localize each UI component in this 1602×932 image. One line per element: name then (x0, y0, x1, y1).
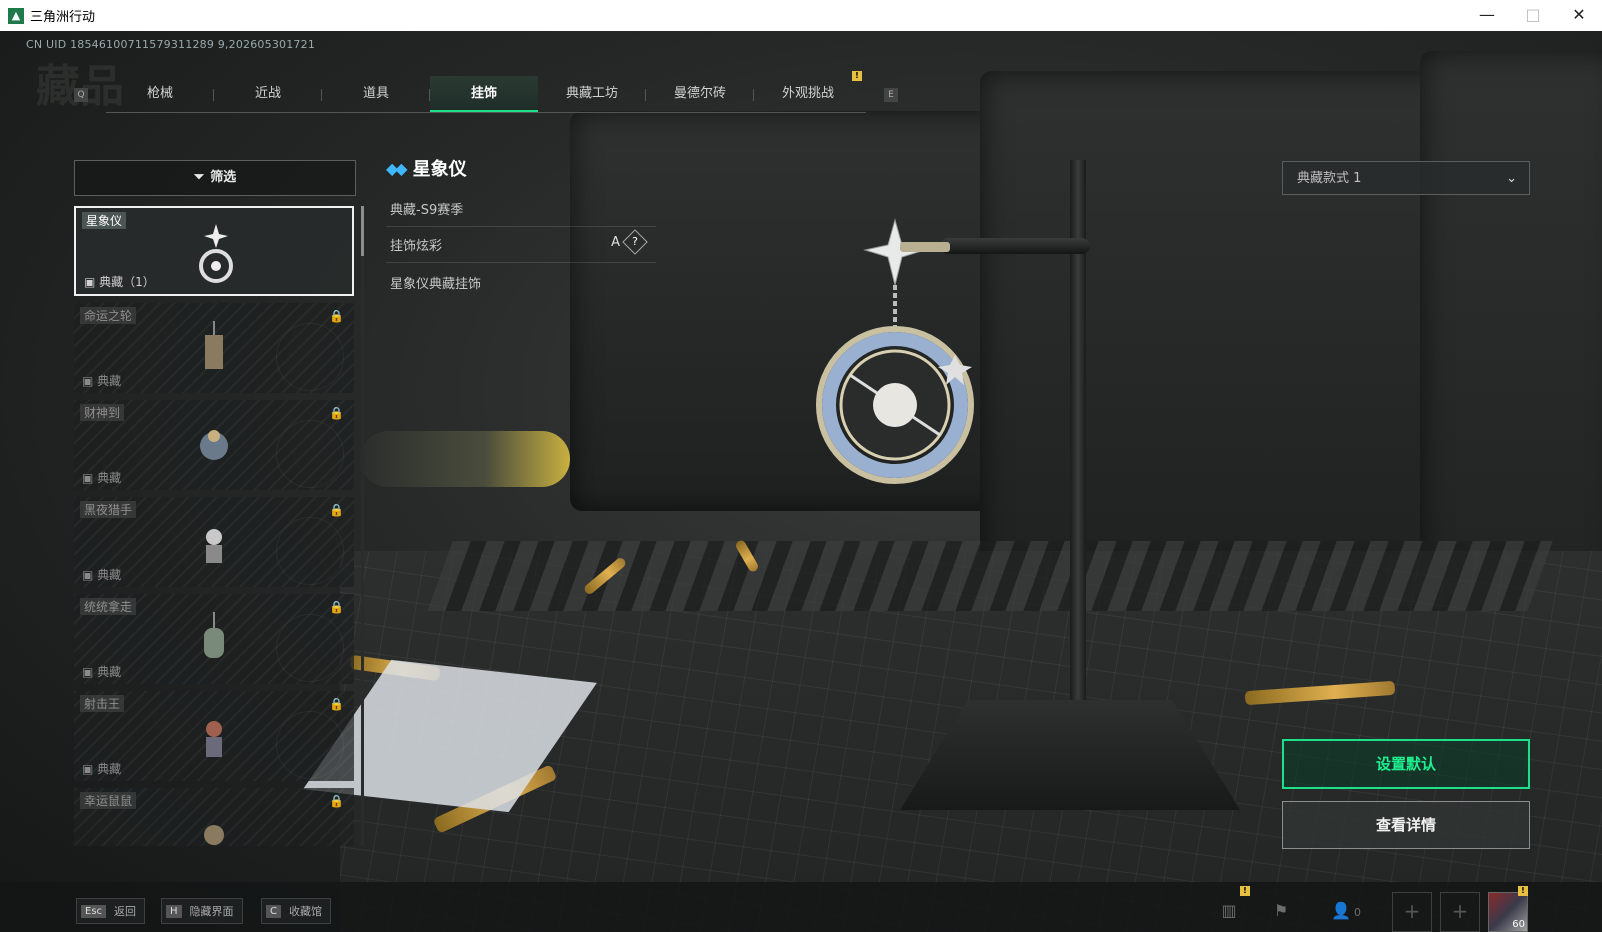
hide-ui-hint[interactable]: H 隐藏界面 (161, 898, 243, 924)
list-scrollbar[interactable] (361, 206, 364, 846)
tab-guns[interactable]: 枪械 (106, 76, 214, 112)
collection-hall-hint[interactable]: C 收藏馆 (261, 898, 331, 924)
lock-icon: 🔒 (329, 794, 344, 808)
tab-collection-workshop[interactable]: 典藏工坊 (538, 76, 646, 112)
detail-title: 星象仪 (412, 159, 467, 180)
charm-list: 星象仪 ▣ 典藏（1） 命运之轮 🔒 ▣ 典藏 财神到 🔒 ▣ 典藏 黑夜猎手 … (74, 206, 354, 846)
variant-select[interactable]: 典藏款式 1 ⌄ (1282, 161, 1530, 195)
charm-thumbnail (194, 608, 234, 672)
chevron-down-icon: ⌄ (1506, 171, 1517, 186)
collection-icon: ▣ (82, 665, 98, 679)
detail-description: 星象仪典藏挂饰 (390, 277, 482, 292)
avatar[interactable]: 60 (1488, 892, 1528, 932)
tab-prev-key-hint[interactable]: Q (74, 88, 88, 102)
list-item[interactable]: 黑夜猎手 🔒 ▣ 典藏 (74, 497, 354, 587)
charm-thumbnail (196, 222, 236, 286)
charm-thumbnail (194, 802, 234, 846)
lock-icon: 🔒 (329, 309, 344, 323)
list-item[interactable]: 命运之轮 🔒 ▣ 典藏 (74, 303, 354, 393)
charm-thumbnail (194, 414, 234, 478)
filter-icon: ⏷ (193, 170, 205, 185)
list-item[interactable]: 射击王 🔒 ▣ 典藏 (74, 691, 354, 781)
filter-button[interactable]: ⏷ 筛选 (74, 160, 356, 196)
detail-effect-row: 挂饰炫彩 A ? (386, 227, 656, 263)
set-default-button[interactable]: 设置默认 (1282, 739, 1530, 789)
category-tabs: 枪械 近战 道具 挂饰 典藏工坊 曼德尔砖 外观挑战 (106, 76, 866, 113)
help-icon[interactable]: ? (622, 229, 648, 255)
collection-icon: ▣ (82, 568, 98, 582)
tab-next-key-hint[interactable]: E (884, 88, 898, 102)
back-hint[interactable]: Esc 返回 (76, 898, 146, 924)
list-item[interactable]: 财神到 🔒 ▣ 典藏 (74, 400, 354, 490)
stats-icon[interactable]: ▥ (1214, 896, 1244, 926)
friends-icon[interactable]: 👤 0 (1324, 896, 1368, 926)
charm-detail-panel: ◆◆ 星象仪 典藏-S9赛季 挂饰炫彩 A ? 星象仪典藏挂饰 (386, 155, 656, 292)
player-level: 60 (1512, 919, 1525, 930)
flag-icon[interactable]: ⚑ (1266, 896, 1296, 926)
lock-icon: 🔒 (329, 503, 344, 517)
collection-icon: ▣ (82, 762, 98, 776)
collection-icon: ▣ (84, 275, 100, 289)
minimize-button[interactable]: — (1464, 0, 1510, 31)
maximize-button[interactable]: □ (1510, 0, 1556, 31)
collection-icon: ▣ (82, 471, 98, 485)
lock-icon: 🔒 (329, 406, 344, 420)
charm-thumbnail (194, 705, 234, 769)
lock-icon: 🔒 (329, 600, 344, 614)
detail-season: 典藏-S9赛季 (386, 191, 656, 227)
charm-thumbnail (194, 317, 234, 381)
crate-center (980, 71, 1460, 591)
astrolabe-charm (816, 218, 974, 484)
list-item[interactable]: 幸运鼠鼠 🔒 (74, 788, 354, 846)
tab-melee[interactable]: 近战 (214, 76, 322, 112)
tab-items[interactable]: 道具 (322, 76, 430, 112)
lock-icon: 🔒 (329, 697, 344, 711)
tab-appearance-challenge[interactable]: 外观挑战 (754, 76, 862, 112)
add-teammate-button[interactable]: + (1440, 892, 1480, 932)
tab-mandel-brick[interactable]: 曼德尔砖 (646, 76, 754, 112)
notification-badge: ! (852, 71, 862, 81)
notification-badge: ! (1240, 886, 1250, 896)
tab-charms[interactable]: 挂饰 (430, 76, 538, 112)
list-item[interactable]: 星象仪 ▣ 典藏（1） (74, 206, 354, 296)
add-teammate-button[interactable]: + (1392, 892, 1432, 932)
notification-badge: ! (1518, 886, 1528, 896)
close-button[interactable]: ✕ (1556, 0, 1602, 31)
app-logo-icon: ▲ (8, 7, 24, 24)
window-title: 三角洲行动 (30, 10, 96, 25)
effect-tier: A (611, 235, 620, 250)
spray-can (360, 431, 570, 487)
collection-icon: ▣ (82, 374, 98, 388)
window-titlebar: ▲ 三角洲行动 — □ ✕ (0, 0, 1602, 32)
collection-diamond-icon: ◆◆ (386, 158, 408, 178)
view-details-button[interactable]: 查看详情 (1282, 801, 1530, 849)
charm-thumbnail (194, 511, 234, 575)
list-item[interactable]: 统统拿走 🔒 ▣ 典藏 (74, 594, 354, 684)
